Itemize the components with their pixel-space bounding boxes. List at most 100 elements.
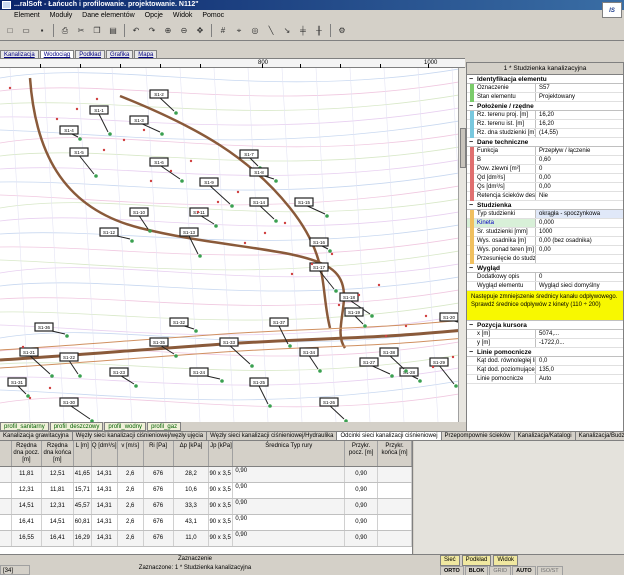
property-value[interactable]: 0,00 [535,174,623,182]
table-cell[interactable]: 14,51 [42,515,74,530]
tab-podklad[interactable]: Podkład [75,50,105,58]
property-value[interactable]: Przepływ / łączenie [535,147,623,155]
property-row[interactable]: Rz. terenu proj. [m] 16,20 [467,111,623,120]
property-row[interactable]: Linie pomocnicze Auto [467,375,623,384]
network-icon[interactable]: ⚙ [335,24,349,38]
property-value[interactable]: 16,20 [535,120,623,128]
table-cell[interactable]: 12,51 [42,467,74,482]
property-row[interactable]: Stan elementu Projektowany [467,93,623,102]
table-cell[interactable]: 14,31 [92,531,118,546]
table-cell[interactable]: 0,90 [233,499,346,514]
table-cell[interactable]: 16,41 [12,515,42,530]
table-cell[interactable]: 0,90 [345,499,379,514]
table-cell[interactable]: 14,31 [92,467,118,482]
drawing-canvas[interactable]: S1-1 S1-2 S1-3 S1-4 S1-5 S1-6 S1-7 S1-8 S1-9 S1-1… [0,68,465,422]
table-cell[interactable]: 11,0 [174,531,210,546]
table-cell[interactable]: 2,6 [118,515,144,530]
section-identyfikacja[interactable]: Identyfikacja elementu [467,75,623,84]
table-cell[interactable]: 676 [144,531,174,546]
column-header[interactable]: Δp [kPa] [174,441,210,466]
row-selector[interactable] [0,467,12,482]
zoom-out-icon[interactable]: ⊖ [177,24,191,38]
table-row[interactable]: 11,8112,5141,6514,312,667628,290 x 3,5 P… [0,467,412,483]
section-pozycja-kursora[interactable]: Pozycja kursora [467,321,623,330]
table-cell[interactable]: 12,31 [12,483,42,498]
row-selector[interactable] [0,483,12,498]
property-row[interactable]: Kąt dod. równoległej linii pomocniczej [… [467,357,623,366]
data-tab[interactable]: Kanalizacja/Budżet [576,432,624,440]
table-cell[interactable]: 0,90 [345,531,379,546]
section-linie-pomocnicze[interactable]: Linie pomocnicze [467,348,623,357]
table-cell[interactable] [378,515,412,530]
property-row[interactable]: Typ studzienki okrągła - spoczynkowa [467,210,623,219]
sheet-tab[interactable]: profil_wodny [104,422,147,431]
table-cell[interactable]: 90 x 3,5 PE80 SDR 17 (PN 8) w ciśnieniow… [209,483,234,498]
property-row[interactable]: Przesunięcie do studzienki [m³] [467,255,623,264]
menu-item[interactable]: Moduły [46,10,77,21]
property-value[interactable]: Projektowany [535,93,623,101]
property-row[interactable]: Kineta 0,000 [467,219,623,228]
property-row[interactable]: Wys. osadnika [m] 0,00 (bez osadnika) [467,237,623,246]
property-value[interactable]: 0,60 [535,156,623,164]
node-icon[interactable]: ◎ [248,24,262,38]
property-row[interactable]: Kąt dod. poziomującej linii pomocniczej … [467,366,623,375]
property-value[interactable]: okrągła - spoczynkowa [535,210,623,218]
pan-icon[interactable]: ✥ [193,24,207,38]
table-cell[interactable]: 0,90 [233,467,346,482]
section-studzienka[interactable]: Studzienka [467,201,623,210]
column-header[interactable]: Przykr. końca [m] [378,441,412,466]
redo-icon[interactable]: ↷ [145,24,159,38]
section-wyglad[interactable]: Wygląd [467,264,623,273]
table-cell[interactable]: 45,57 [74,499,92,514]
layer-tab-podklad[interactable]: Podkład [461,555,492,566]
row-selector[interactable] [0,515,12,530]
table-cell[interactable]: 41,65 [74,467,92,482]
copy-icon[interactable]: ❐ [90,24,104,38]
property-row[interactable]: Śr. studzienki [mm] 1000 [467,228,623,237]
table-row[interactable]: 12,3111,8115,7114,312,667610,690 x 3,5 P… [0,483,412,499]
table-cell[interactable]: 676 [144,499,174,514]
column-header[interactable]: Rzędna dna końca [m] [42,441,74,466]
table-cell[interactable]: 90 x 3,5 PE80 SDR 17 (PN 8) w ciśnieniow… [209,499,234,514]
table-cell[interactable]: 0,90 [233,531,346,546]
menu-item[interactable]: Dane elementów [78,10,139,21]
table-cell[interactable]: 2,6 [118,499,144,514]
table-cell[interactable]: 0,90 [233,515,346,530]
table-cell[interactable]: 10,6 [174,483,210,498]
arrow-icon[interactable]: ↘ [280,24,294,38]
property-row[interactable]: B 0,60 [467,156,623,165]
table-cell[interactable]: 676 [144,483,174,498]
property-row[interactable]: Rz. terenu ist. [m] 16,20 [467,120,623,129]
cut-icon[interactable]: ✂ [74,24,88,38]
table-cell[interactable]: 60,81 [74,515,92,530]
open-icon[interactable]: ▭ [19,24,33,38]
section-dane-techniczne[interactable]: Dane techniczne [467,138,623,147]
property-value[interactable]: 135,0 [535,366,623,374]
grid-icon[interactable]: # [216,24,230,38]
table-cell[interactable]: 14,31 [92,499,118,514]
property-row[interactable]: Qd [dm³/s] 0,00 [467,174,623,183]
table-row[interactable]: 16,5516,4116,2914,312,667611,090 x 3,5 P… [0,531,412,547]
property-row[interactable]: Dodatkowy opis 0 [467,273,623,282]
property-row[interactable]: Wygląd elementu Wygląd sieci domyślny [467,282,623,291]
property-row[interactable]: Pow. zlewni [m²] 0 [467,165,623,174]
tab-kanalizacja[interactable]: Kanalizacja [0,50,39,58]
property-value[interactable]: 16,20 [535,111,623,119]
mode-auto[interactable]: AUTO [512,566,536,575]
property-value[interactable]: 0 [535,165,623,173]
property-value[interactable]: 0,0 [535,357,623,365]
mode-orto[interactable]: ORTO [440,566,464,575]
mode-blok[interactable]: BLOK [464,566,489,575]
snap-icon[interactable]: ⌖ [232,24,246,38]
table-row[interactable]: 14,5112,3145,5714,312,667633,390 x 3,5 P… [0,499,412,515]
table-cell[interactable]: 11,81 [42,483,74,498]
table-cell[interactable]: 676 [144,515,174,530]
property-value[interactable]: Auto [535,375,623,383]
data-tab[interactable]: Odcinki sieci kanalizacji ciśnieniowej [337,432,442,440]
table-cell[interactable]: 2,6 [118,467,144,482]
property-value[interactable]: S57 [535,84,623,92]
table-cell[interactable] [378,499,412,514]
menu-item[interactable]: Element [0,10,44,21]
property-value[interactable]: Nie [535,192,623,200]
property-value[interactable]: 0,00 (bez osadnika) [535,237,623,245]
